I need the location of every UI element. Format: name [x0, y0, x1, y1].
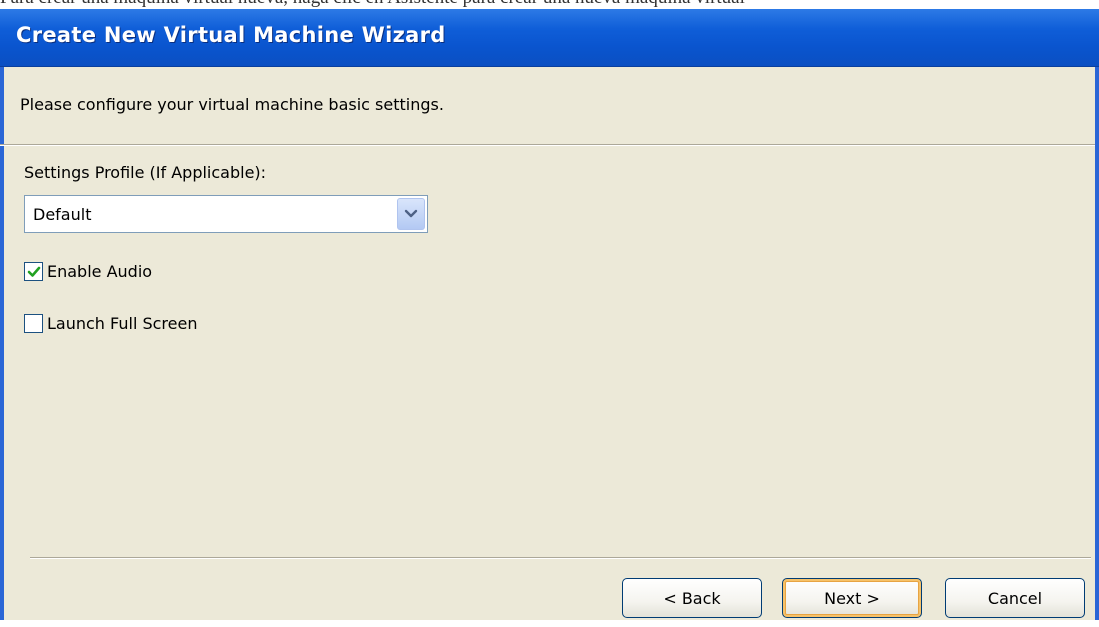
wizard-body: [0, 67, 1099, 620]
header-divider: [0, 144, 1095, 146]
launch-full-screen-label[interactable]: Launch Full Screen: [47, 314, 197, 333]
enable-audio-checkbox[interactable]: [24, 261, 43, 281]
back-button[interactable]: < Back: [622, 578, 762, 618]
settings-profile-value: Default: [33, 205, 92, 224]
wizard-title: Create New Virtual Machine Wizard: [16, 23, 446, 47]
chevron-down-icon: [404, 209, 418, 218]
settings-profile-select[interactable]: Default: [24, 195, 428, 233]
launch-full-screen-checkbox[interactable]: [24, 313, 43, 333]
next-button[interactable]: Next >: [782, 578, 922, 618]
enable-audio-option[interactable]: Enable Audio: [24, 259, 152, 283]
checkmark-icon: [27, 266, 41, 277]
cancel-button[interactable]: Cancel: [945, 578, 1085, 618]
enable-audio-label[interactable]: Enable Audio: [47, 262, 152, 281]
wizard-title-bar: Create New Virtual Machine Wizard: [0, 9, 1099, 67]
background-text-strip: Para crear una máquina virtual nueva, ha…: [0, 0, 1099, 9]
dropdown-arrow-button[interactable]: [397, 198, 425, 230]
settings-profile-label: Settings Profile (If Applicable):: [24, 163, 267, 182]
background-text: Para crear una máquina virtual nueva, ha…: [0, 0, 745, 9]
footer-divider: [30, 557, 1091, 559]
page-subtitle: Please configure your virtual machine ba…: [20, 95, 444, 114]
launch-full-screen-option[interactable]: Launch Full Screen: [24, 311, 197, 335]
